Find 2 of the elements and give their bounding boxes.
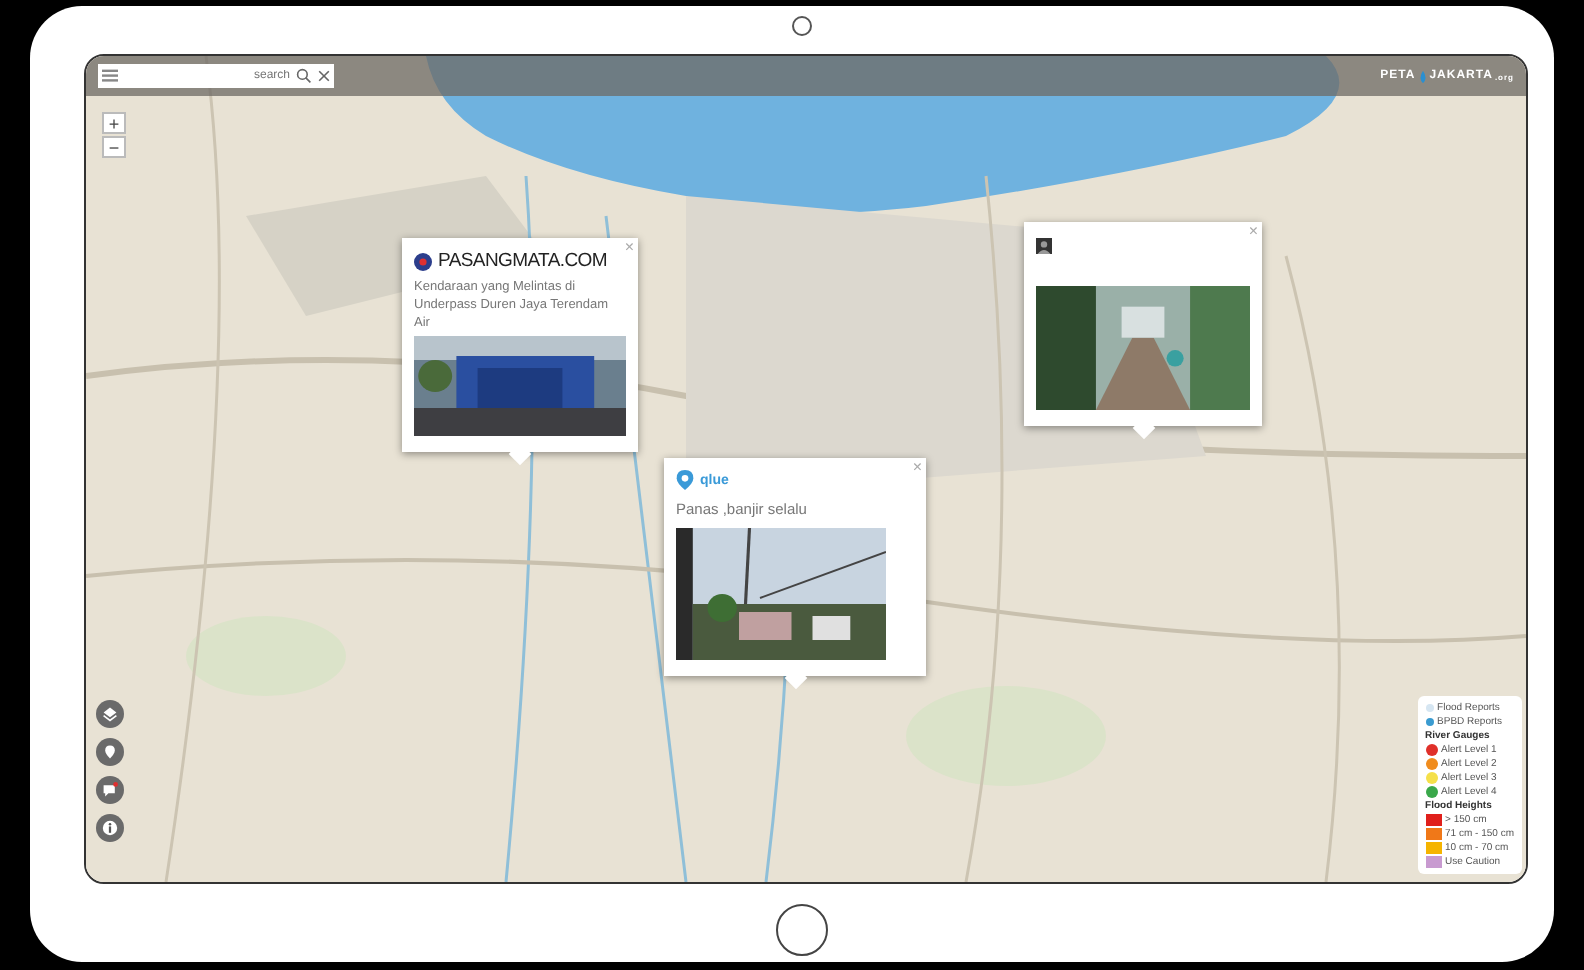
camera-icon bbox=[792, 16, 812, 36]
home-button[interactable] bbox=[776, 904, 828, 956]
